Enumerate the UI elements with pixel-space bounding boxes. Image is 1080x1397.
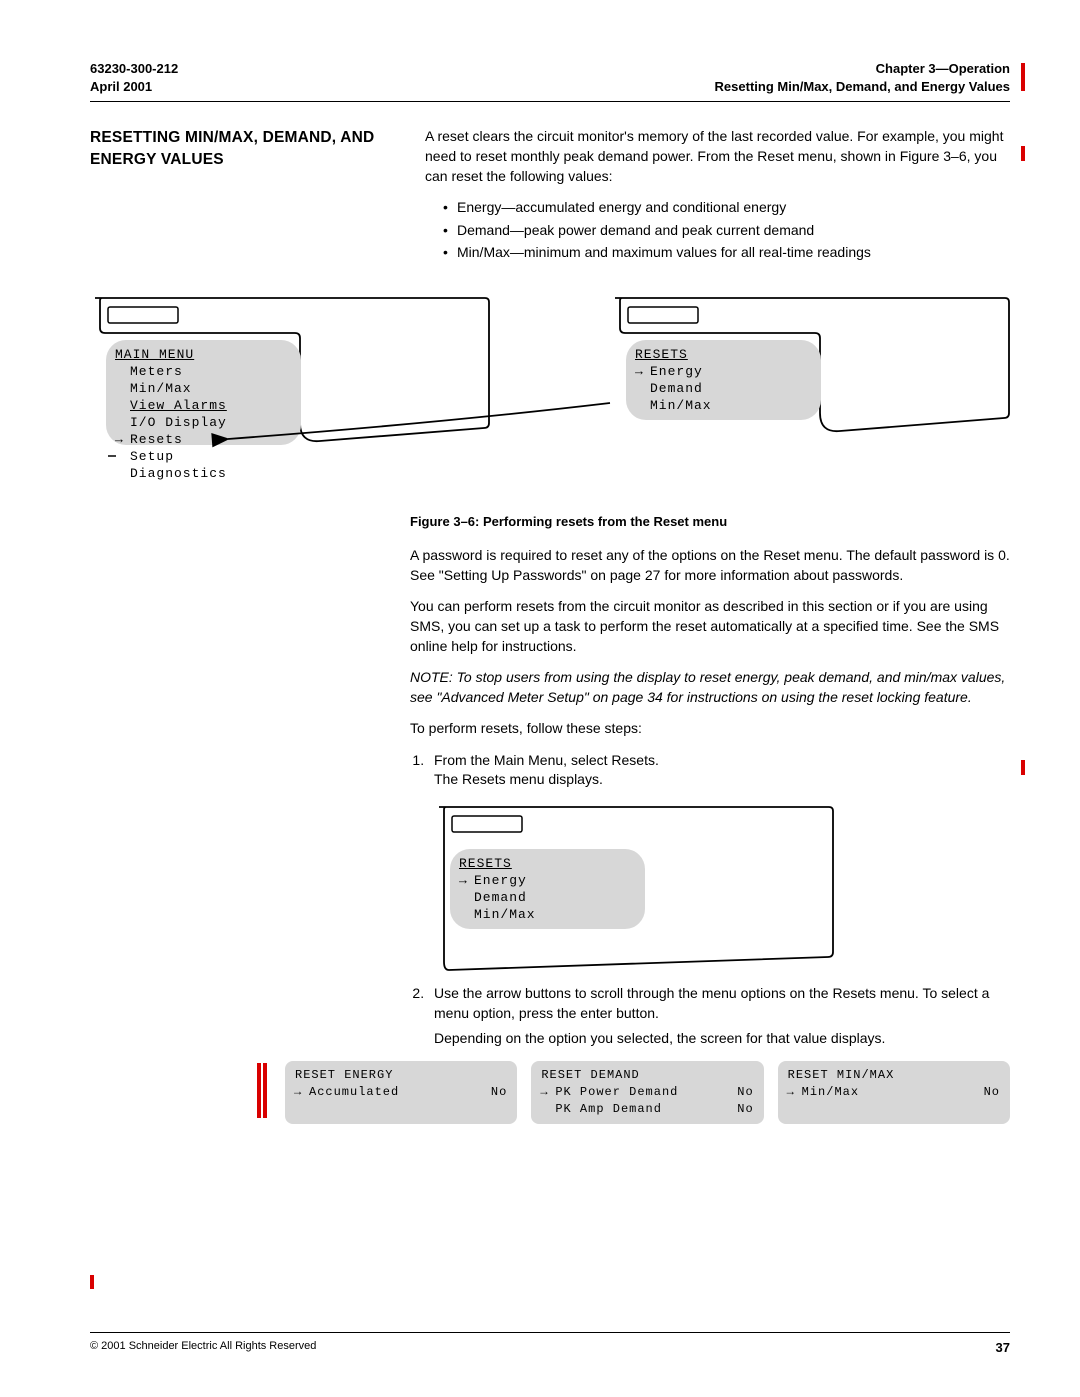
menu-item: View Alarms	[130, 397, 227, 414]
list-item: Min/Max	[788, 1084, 859, 1101]
menu-title: MAIN MENU	[115, 346, 227, 363]
resets-menu-screen-step: RESETS Energy Demand Min/Max	[459, 855, 536, 923]
menu-item: Diagnostics	[130, 465, 227, 482]
screen-title: RESET ENERGY	[295, 1067, 507, 1084]
bullet-item: Energy—accumulated energy and conditiona…	[443, 198, 1010, 218]
change-bar	[257, 1063, 261, 1118]
change-bar	[1021, 146, 1025, 161]
list-value: No	[737, 1084, 753, 1101]
step-2: Use the arrow buttons to scroll through …	[428, 984, 1010, 1049]
chapter-title: Chapter 3—Operation	[715, 60, 1010, 78]
menu-item: Meters	[130, 363, 227, 380]
change-bar	[90, 1275, 94, 1289]
resets-menu-screen: RESETS Energy Demand Min/Max	[635, 346, 712, 414]
intro-paragraph: A reset clears the circuit monitor's mem…	[425, 127, 1010, 186]
bullet-item: Demand—peak power demand and peak curren…	[443, 221, 1010, 241]
doc-date: April 2001	[90, 78, 178, 96]
menu-item: Min/Max	[474, 906, 536, 923]
sms-paragraph: You can perform resets from the circuit …	[410, 597, 1010, 656]
steps-intro: To perform resets, follow these steps:	[410, 719, 1010, 739]
change-bar	[263, 1063, 267, 1118]
menu-title: RESETS	[459, 855, 536, 872]
screen-title: RESET DEMAND	[541, 1067, 753, 1084]
section-title: RESETTING MIN/MAX, DEMAND, AND ENERGY VA…	[90, 127, 390, 278]
menu-item: Demand	[474, 889, 536, 906]
reset-minmax-screen: RESET MIN/MAX Min/Max No	[778, 1061, 1010, 1124]
password-paragraph: A password is required to reset any of t…	[410, 546, 1010, 585]
figure-caption: Figure 3–6: Performing resets from the R…	[410, 513, 1010, 531]
list-value: No	[491, 1084, 507, 1101]
change-bar	[1021, 760, 1025, 775]
menu-item: I/O Display	[130, 414, 227, 431]
list-value: No	[737, 1101, 753, 1118]
menu-item-selected: Energy	[650, 363, 712, 380]
list-value: No	[984, 1084, 1000, 1101]
menu-item: Min/Max	[130, 380, 227, 397]
doc-number: 63230-300-212	[90, 60, 178, 78]
figure-3-6: MAIN MENU Meters Min/Max View Alarms I/O…	[90, 293, 1010, 493]
bullet-item: Min/Max—minimum and maximum values for a…	[443, 243, 1010, 263]
reset-energy-screen: RESET ENERGY Accumulated No	[285, 1061, 517, 1124]
change-bar	[1021, 63, 1025, 91]
chapter-subtitle: Resetting Min/Max, Demand, and Energy Va…	[715, 78, 1010, 96]
step-2b-text: Depending on the option you selected, th…	[434, 1029, 1010, 1049]
menu-title: RESETS	[635, 346, 712, 363]
reset-demand-screen: RESET DEMAND PK Power Demand No PK Amp De…	[531, 1061, 763, 1124]
list-item: PK Power Demand	[541, 1084, 678, 1101]
menu-item: Demand	[650, 380, 712, 397]
menu-item: Min/Max	[650, 397, 712, 414]
menu-item-selected: Resets	[130, 431, 227, 448]
menu-item: Setup	[130, 448, 227, 465]
page-header: 63230-300-212 April 2001 Chapter 3—Opera…	[90, 60, 1010, 102]
reset-screens-row: RESET ENERGY Accumulated No RESET DEMAND …	[285, 1061, 1010, 1124]
list-item: PK Amp Demand	[541, 1101, 662, 1118]
menu-item-selected: Energy	[474, 872, 536, 889]
note-paragraph: NOTE: To stop users from using the displ…	[410, 668, 1010, 707]
page-number: 37	[996, 1339, 1010, 1357]
step-2a-text: Use the arrow buttons to scroll through …	[434, 985, 989, 1021]
main-menu-screen: MAIN MENU Meters Min/Max View Alarms I/O…	[115, 346, 227, 482]
step-1: From the Main Menu, select Resets. The R…	[428, 751, 1010, 972]
step-1b-text: The Resets menu displays.	[434, 771, 603, 787]
page-footer: © 2001 Schneider Electric All Rights Res…	[90, 1332, 1010, 1357]
list-item: Accumulated	[295, 1084, 399, 1101]
step-1a-text: From the Main Menu, select Resets.	[434, 752, 659, 768]
copyright: © 2001 Schneider Electric All Rights Res…	[90, 1339, 316, 1357]
screen-title: RESET MIN/MAX	[788, 1067, 1000, 1084]
